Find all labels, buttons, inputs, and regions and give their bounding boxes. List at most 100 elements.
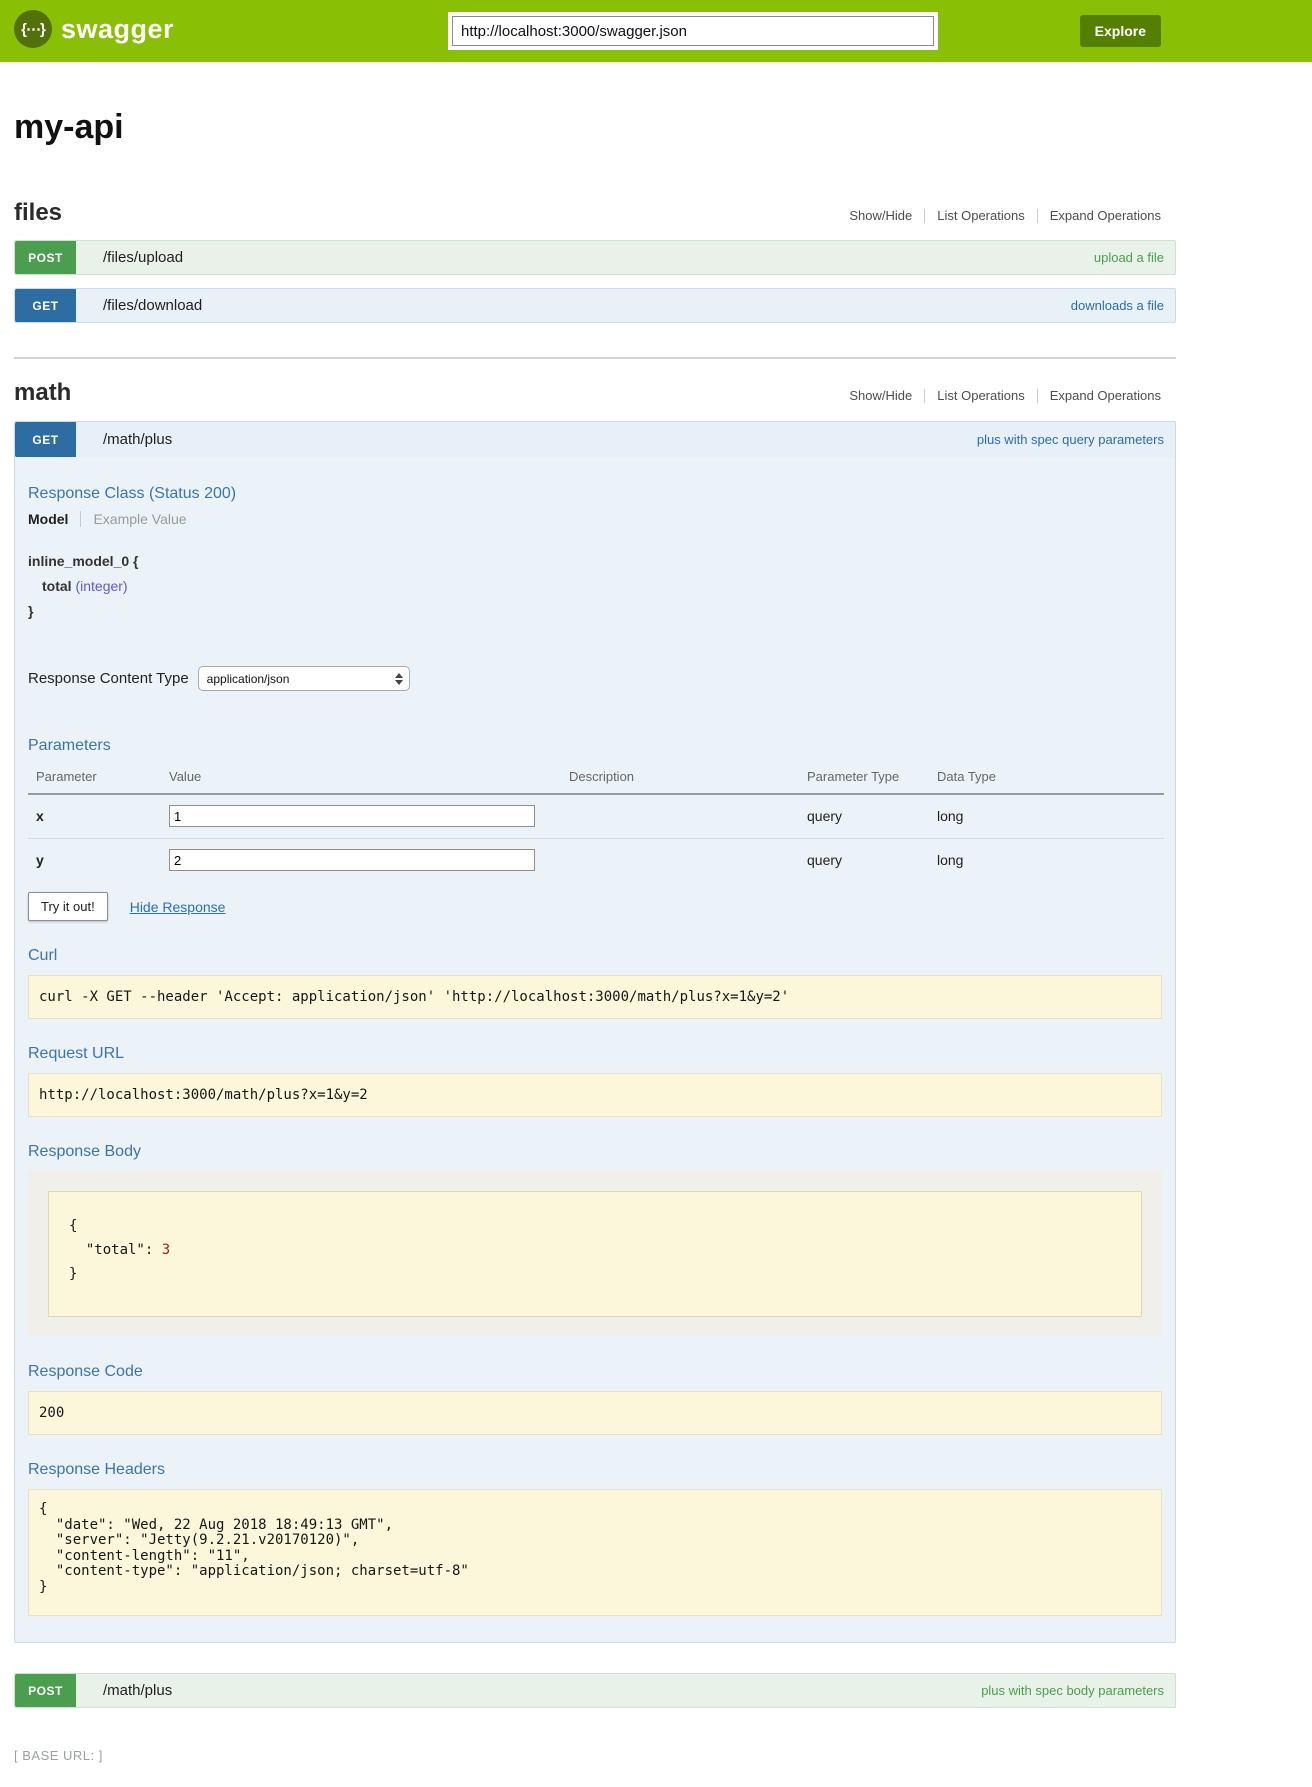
response-body-heading: Response Body — [28, 1143, 1162, 1161]
response-header-line: "date": "Wed, 22 Aug 2018 18:49:13 GMT", — [39, 1518, 1151, 1534]
response-content-type-value: application/json — [207, 672, 290, 686]
operation-get-math-plus[interactable]: GET /math/plus plus with spec query para… — [15, 422, 1175, 457]
swagger-logo: {⋯} swagger — [14, 10, 174, 48]
param-value-input-x[interactable] — [169, 805, 535, 827]
column-value: Value — [161, 763, 561, 794]
operation-path-link[interactable]: /files/upload — [103, 249, 183, 266]
post-method-badge: POST — [15, 241, 76, 274]
request-url-block: http://localhost:3000/math/plus?x=1&y=2 — [28, 1073, 1162, 1117]
column-parameter: Parameter — [28, 763, 161, 794]
divider — [924, 389, 925, 403]
response-header-line: { — [39, 1502, 1151, 1518]
try-it-out-button[interactable]: Try it out! — [28, 892, 108, 921]
json-number-value: 3 — [162, 1242, 170, 1258]
param-data-type: long — [929, 839, 1164, 883]
base-url-text: [ BASE URL: ] — [14, 1748, 1176, 1763]
expand-operations-link[interactable]: Expand Operations — [1050, 388, 1161, 403]
parameters-table: Parameter Value Description Parameter Ty… — [28, 763, 1164, 882]
section-controls: Show/Hide List Operations Expand Operati… — [849, 208, 1161, 223]
top-bar: {⋯} swagger Explore — [0, 0, 1312, 62]
try-it-out-row: Try it out! Hide Response — [28, 892, 1162, 921]
operation-summary-link[interactable]: downloads a file — [1071, 298, 1164, 313]
response-body-wrapper: { "total": 3} — [28, 1171, 1162, 1337]
response-headers-heading: Response Headers — [28, 1461, 1162, 1479]
json-key: "total": — [69, 1242, 162, 1258]
tab-model[interactable]: Model — [28, 511, 68, 527]
show-hide-link[interactable]: Show/Hide — [849, 208, 912, 223]
response-code-heading: Response Code — [28, 1363, 1162, 1381]
response-content-type-row: Response Content Type application/json — [28, 666, 1162, 691]
response-code-block: 200 — [28, 1391, 1162, 1435]
section-files: files Show/Hide List Operations Expand O… — [14, 199, 1176, 323]
model-property-name: total — [42, 578, 72, 594]
show-hide-link[interactable]: Show/Hide — [849, 388, 912, 403]
json-close-brace: } — [69, 1262, 1121, 1286]
param-data-type: long — [929, 794, 1164, 839]
list-operations-link[interactable]: List Operations — [937, 208, 1024, 223]
explore-button[interactable]: Explore — [1080, 15, 1161, 47]
hide-response-link[interactable]: Hide Response — [130, 899, 226, 915]
request-url-heading: Request URL — [28, 1045, 1162, 1063]
param-description — [561, 794, 799, 839]
parameter-row-y: y query long — [28, 839, 1164, 883]
param-name: y — [28, 839, 161, 883]
json-open-brace: { — [69, 1214, 1121, 1238]
response-body-block: { "total": 3} — [48, 1191, 1142, 1317]
response-header-line: "content-length": "11", — [39, 1549, 1151, 1565]
param-name: x — [28, 794, 161, 839]
swagger-braces-icon: {⋯} — [14, 10, 52, 48]
page-title: my-api — [14, 108, 1176, 147]
param-type: query — [799, 839, 929, 883]
model-close-line: } — [28, 599, 1162, 624]
operation-panel-get-math-plus: GET /math/plus plus with spec query para… — [14, 421, 1176, 1643]
model-property: total (integer) — [28, 574, 1162, 599]
page-container: my-api files Show/Hide List Operations E… — [14, 108, 1176, 1763]
section-title-files: files — [14, 199, 62, 227]
param-value-input-y[interactable] — [169, 849, 535, 871]
divider — [1037, 209, 1038, 223]
section-controls: Show/Hide List Operations Expand Operati… — [849, 388, 1161, 403]
operation-path-link[interactable]: /math/plus — [103, 431, 172, 448]
param-type: query — [799, 794, 929, 839]
operation-summary-link[interactable]: upload a file — [1094, 250, 1164, 265]
response-header-line: "server": "Jetty(9.2.21.v20170120)", — [39, 1533, 1151, 1549]
operation-summary-link[interactable]: plus with spec query parameters — [977, 432, 1164, 447]
parameters-header-row: Parameter Value Description Parameter Ty… — [28, 763, 1164, 794]
operation-content: Response Class (Status 200) Model Exampl… — [15, 457, 1175, 1642]
section-math: math Show/Hide List Operations Expand Op… — [14, 357, 1176, 1708]
model-open-line: inline_model_0 { — [28, 549, 1162, 574]
section-files-header: files Show/Hide List Operations Expand O… — [14, 199, 1176, 227]
api-url-input[interactable] — [452, 16, 934, 46]
response-header-line: "content-type": "application/json; chars… — [39, 1564, 1151, 1580]
column-data-type: Data Type — [929, 763, 1164, 794]
operation-path-link[interactable]: /files/download — [103, 297, 202, 314]
operation-get-files-download[interactable]: GET /files/download downloads a file — [14, 288, 1176, 323]
post-method-badge: POST — [15, 1674, 76, 1707]
operation-post-math-plus[interactable]: POST /math/plus plus with spec body para… — [14, 1673, 1176, 1708]
json-total-line: "total": 3 — [69, 1238, 1121, 1262]
model-signature: inline_model_0 { total (integer) } — [28, 549, 1162, 624]
divider — [924, 209, 925, 223]
divider — [1037, 389, 1038, 403]
operation-post-files-upload[interactable]: POST /files/upload upload a file — [14, 240, 1176, 275]
section-title-math: math — [14, 379, 71, 407]
get-method-badge: GET — [15, 289, 76, 322]
curl-heading: Curl — [28, 947, 1162, 965]
response-class-tabs: Model Example Value — [28, 511, 1162, 527]
column-description: Description — [561, 763, 799, 794]
column-parameter-type: Parameter Type — [799, 763, 929, 794]
list-operations-link[interactable]: List Operations — [937, 388, 1024, 403]
response-content-type-label: Response Content Type — [28, 670, 189, 687]
tab-example-value[interactable]: Example Value — [80, 511, 186, 527]
operation-summary-link[interactable]: plus with spec body parameters — [981, 1683, 1164, 1698]
operation-path-link[interactable]: /math/plus — [103, 1682, 172, 1699]
model-property-type: (integer) — [75, 578, 127, 594]
response-class-heading: Response Class (Status 200) — [28, 485, 1162, 503]
response-headers-block: { "date": "Wed, 22 Aug 2018 18:49:13 GMT… — [28, 1489, 1162, 1616]
response-content-type-select[interactable]: application/json — [198, 666, 410, 691]
get-method-badge: GET — [15, 422, 76, 457]
expand-operations-link[interactable]: Expand Operations — [1050, 208, 1161, 223]
curl-command-block: curl -X GET --header 'Accept: applicatio… — [28, 975, 1162, 1019]
select-arrows-icon — [395, 673, 403, 685]
param-description — [561, 839, 799, 883]
